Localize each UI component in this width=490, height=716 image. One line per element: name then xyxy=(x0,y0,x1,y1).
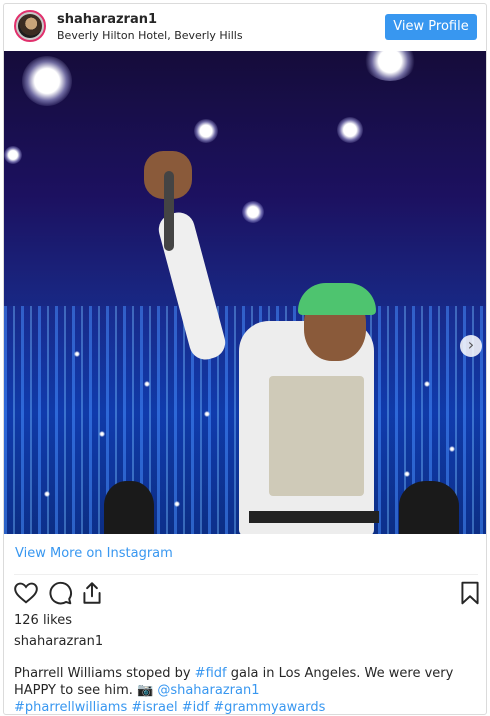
caption-text: Pharrell Williams stoped by xyxy=(14,666,195,681)
location[interactable]: Beverly Hilton Hotel, Beverly Hills xyxy=(57,29,243,43)
hashtag-link[interactable]: #grammyawards xyxy=(213,700,325,714)
heart-icon[interactable] xyxy=(13,580,39,606)
post-owner[interactable]: shaharazran1 xyxy=(14,634,103,649)
camera-icon: 📷 xyxy=(137,683,154,698)
sparkle xyxy=(99,431,105,437)
sparkle xyxy=(144,381,150,387)
shirt-print xyxy=(269,376,364,496)
instagram-embed-card: shaharazran1 Beverly Hilton Hotel, Bever… xyxy=(3,3,487,715)
divider xyxy=(14,574,478,575)
stage-light xyxy=(337,117,363,143)
user-info: shaharazran1 Beverly Hilton Hotel, Bever… xyxy=(57,12,243,43)
action-bar xyxy=(13,580,479,608)
avatar-image xyxy=(18,14,42,38)
sparkle xyxy=(424,381,430,387)
green-cap xyxy=(298,283,376,315)
post-photo[interactable]: › xyxy=(4,51,486,534)
sparkle xyxy=(404,471,410,477)
sparkle xyxy=(44,491,50,497)
hashtag-link[interactable]: #pharrellwilliams xyxy=(14,700,127,714)
share-icon[interactable] xyxy=(79,580,105,606)
mention-link[interactable]: @shaharazran1 xyxy=(157,683,259,698)
stage-light xyxy=(4,146,22,164)
sparkle xyxy=(74,351,80,357)
hashtag-link[interactable]: #idf xyxy=(182,700,209,714)
backup-singer xyxy=(104,481,154,534)
stage-light xyxy=(242,201,264,223)
sparkle xyxy=(449,446,455,452)
username[interactable]: shaharazran1 xyxy=(57,12,243,28)
backup-singer xyxy=(399,481,459,534)
sparkle xyxy=(174,501,180,507)
comment-icon[interactable] xyxy=(47,580,73,606)
sparkle xyxy=(204,411,210,417)
view-profile-button[interactable]: View Profile xyxy=(385,14,477,40)
avatar[interactable] xyxy=(14,10,46,42)
stage-light xyxy=(22,56,72,106)
post-header: shaharazran1 Beverly Hilton Hotel, Bever… xyxy=(4,4,486,50)
stage-light xyxy=(364,51,416,81)
caption: Pharrell Williams stoped by #fidf gala i… xyxy=(14,665,480,714)
microphone xyxy=(164,171,174,251)
chevron-right-icon[interactable]: › xyxy=(460,335,482,357)
stage-light xyxy=(194,119,218,143)
hashtag-link[interactable]: #fidf xyxy=(195,666,227,681)
hashtag-link[interactable]: #israel xyxy=(131,700,177,714)
bookmark-icon[interactable] xyxy=(457,580,483,606)
view-more-link[interactable]: View More on Instagram xyxy=(15,546,173,561)
belt xyxy=(249,511,379,523)
likes-count[interactable]: 126 likes xyxy=(14,613,72,628)
